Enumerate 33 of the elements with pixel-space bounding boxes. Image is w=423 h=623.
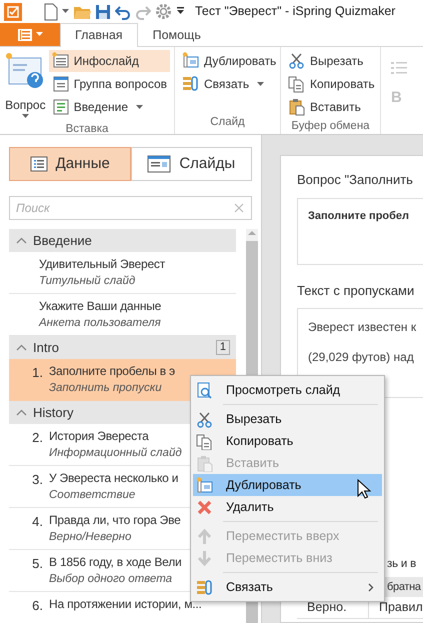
count-badge: 1 <box>216 340 230 355</box>
slide-title: История Эвереста <box>49 428 150 445</box>
group-title: Введение <box>33 232 92 250</box>
slide-type: Верно/Неверно <box>49 530 132 545</box>
item-number: 2. <box>31 429 44 447</box>
slide-type: Выбор одного ответа <box>49 572 174 587</box>
item-number: 3. <box>31 471 44 489</box>
item-number: 4. <box>31 513 44 531</box>
slide-title: Удивительный Эверест <box>39 256 166 273</box>
slide-title: У Эвереста несколько и <box>49 470 178 487</box>
slide-type: Анкета пользователя <box>39 316 162 331</box>
slide-title: В 1856 году, в ходе Вели <box>49 554 182 571</box>
item-number: 6. <box>31 597 44 615</box>
item-number: 1. <box>31 364 44 382</box>
group-label: Слайд <box>209 114 246 130</box>
slide-type: Заполнить пропуски <box>49 381 163 396</box>
slide-title: Укажите Ваши данные <box>39 298 162 315</box>
item-number: 5. <box>31 555 44 573</box>
section-heading: Текст с пропусками <box>297 282 416 300</box>
table-cell-text: Правил <box>378 599 423 616</box>
slide-title: Заполните пробелы в э <box>49 363 175 380</box>
section-heading: зь и в <box>387 557 417 572</box>
group-label: Буфер обмена <box>290 119 371 134</box>
slide-title: На протяжении истории, м... <box>49 596 202 613</box>
group-title: Intro <box>33 338 60 357</box>
slide-type: Титульный слайд <box>39 274 136 289</box>
slide-title: Правда ли, что гора Эве <box>49 512 181 529</box>
section-heading: Вопрос "Заполнить <box>297 171 414 189</box>
slide-type: Информационный слайд <box>49 446 182 461</box>
window-title: Тест "Эверест" - iSpring Quizmaker <box>195 3 396 20</box>
group-title: History <box>33 404 74 422</box>
group-label: Вставка <box>64 122 110 134</box>
slide-type: Соответствие <box>49 488 136 503</box>
